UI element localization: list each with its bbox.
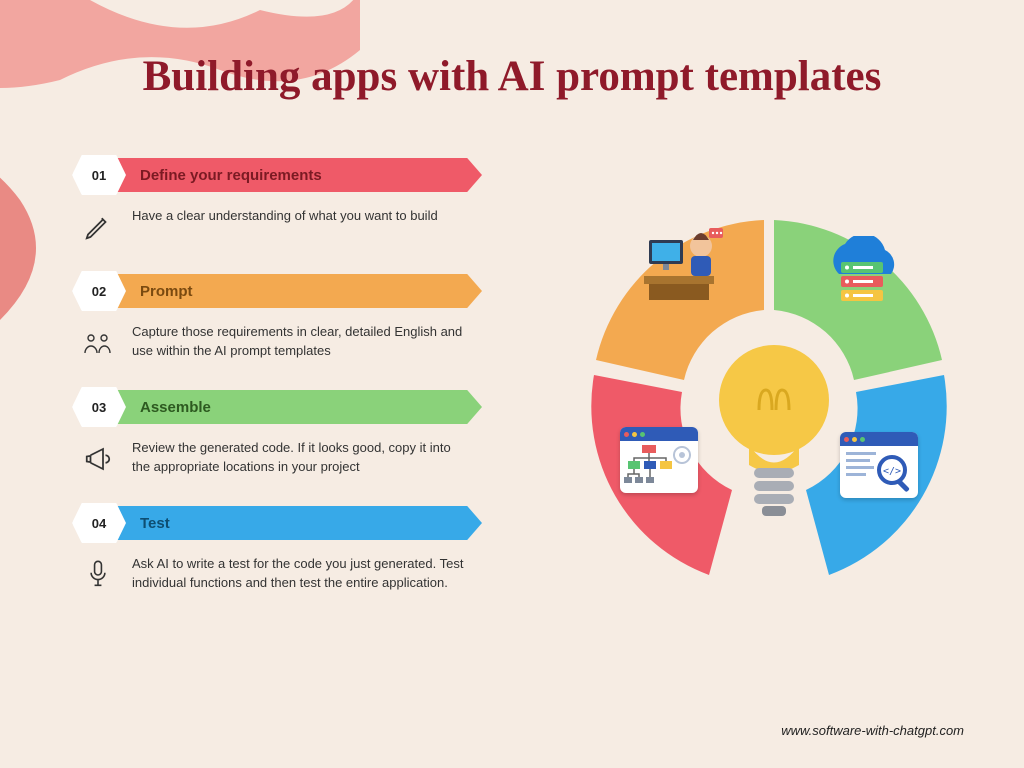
pencil-icon xyxy=(78,207,118,247)
step-number-badge: 04 xyxy=(72,503,126,543)
svg-text:</>: </> xyxy=(883,466,901,477)
microphone-icon xyxy=(78,555,118,595)
step-04: 04 Test Ask AI to write a test for the c… xyxy=(72,503,482,595)
people-icon xyxy=(78,323,118,363)
lightbulb-icon xyxy=(714,330,834,530)
step-desc: Ask AI to write a test for the code you … xyxy=(118,555,482,595)
step-desc: Capture those requirements in clear, det… xyxy=(118,323,482,363)
steps-list: 01 Define your requirements Have a clear… xyxy=(72,155,482,619)
step-title-bar: Test xyxy=(112,506,482,540)
page-title: Building apps with AI prompt templates xyxy=(0,52,1024,101)
workstation-icon xyxy=(639,225,729,305)
step-01: 01 Define your requirements Have a clear… xyxy=(72,155,482,247)
step-title-bar: Prompt xyxy=(112,274,482,308)
step-number-badge: 01 xyxy=(72,155,126,195)
flowchart-icon xyxy=(614,420,704,500)
process-ring-graphic: </> xyxy=(544,180,984,620)
step-desc: Review the generated code. If it looks g… xyxy=(118,439,482,479)
step-title-bar: Assemble xyxy=(112,390,482,424)
step-number-badge: 02 xyxy=(72,271,126,311)
code-search-icon: </> xyxy=(834,425,924,505)
step-desc: Have a clear understanding of what you w… xyxy=(118,207,448,247)
step-03: 03 Assemble Review the generated code. I… xyxy=(72,387,482,479)
step-title-bar: Define your requirements xyxy=(112,158,482,192)
step-02: 02 Prompt Capture those requirements in … xyxy=(72,271,482,363)
megaphone-icon xyxy=(78,439,118,479)
cloud-server-icon xyxy=(819,235,909,315)
footer-url: www.software-with-chatgpt.com xyxy=(781,723,964,738)
step-number-badge: 03 xyxy=(72,387,126,427)
